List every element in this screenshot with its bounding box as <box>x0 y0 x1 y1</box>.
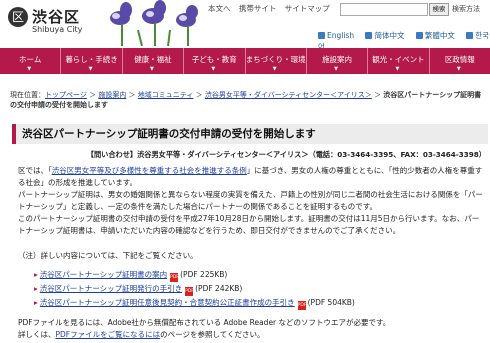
pdf-icon: PDF <box>297 301 307 310</box>
list-item: ▸ 渋谷区パートナーシップ証明書の案内 PDF(PDF 225KB) <box>34 270 228 282</box>
chevron-down-icon: ▼ <box>211 66 216 72</box>
breadcrumb-iris-center[interactable]: 渋谷男女平等・ダイバーシティセンター＜アイリス＞ <box>205 91 372 99</box>
pdf-icon: PDF <box>185 287 194 296</box>
details-note: （注）詳しい内容については、下記をご覧ください。 <box>18 251 198 260</box>
logo-title: 渋谷区 <box>32 8 81 26</box>
site-header: 区 渋谷区 Shibuya City 本文へ 携帯サイト サイトマップ 検索 検… <box>0 0 490 51</box>
list-item: ▸ 渋谷区パートナーシップ証明発行の手引き PDF(PDF 242KB) <box>34 284 243 296</box>
globe-icon <box>318 32 325 39</box>
search-help-link[interactable]: 検索方法 <box>452 4 480 14</box>
ordinance-link[interactable]: 渋谷区男女平等及び多様性を尊重する社会を推進する条例 <box>52 166 247 175</box>
nav-facilities[interactable]: 施設案内 ▼ <box>307 48 369 74</box>
shibuya-emblem-icon: 区 <box>8 7 28 27</box>
page-title-bar: 渋谷区パートナーシップ証明書の交付申請の受付を開始します <box>12 124 488 144</box>
nav-events[interactable]: 観光・イベント ▼ <box>368 48 430 74</box>
paragraph-schedule: このパートナーシップ証明書の交付申請の受付を平成27年10月28日から開始します… <box>18 214 480 235</box>
skip-to-content-link[interactable]: 本文へ <box>208 4 231 13</box>
sitemap-link[interactable]: サイトマップ <box>285 4 330 13</box>
chevron-down-icon: ▼ <box>395 66 400 72</box>
globe-icon <box>415 32 423 39</box>
arrow-right-icon: ▸ <box>34 284 38 293</box>
iris-flowers-banner <box>98 0 208 46</box>
arrow-right-icon: ▸ <box>34 298 38 307</box>
global-nav: ホーム ▼ 暮らし・手続き ▼ 健康・福祉 ▼ 子ども・教育 ▼ まちづくり・環境 ▼ 施… <box>0 48 490 74</box>
pdf-icon: PDF <box>170 273 179 282</box>
breadcrumb-label: 現在位置： <box>10 91 45 99</box>
arrow-right-icon: ▸ <box>34 270 38 279</box>
nav-children[interactable]: 子ども・教育 ▼ <box>184 48 246 74</box>
nav-environment[interactable]: まちづくり・環境 ▼ <box>246 48 307 74</box>
chevron-down-icon: ▼ <box>149 66 154 72</box>
pdf-link-list: ▸ 渋谷区パートナーシップ証明書の案内 PDF(PDF 225KB) ▸ 渋谷区パート… <box>34 268 484 310</box>
breadcrumb: 現在位置：トップページ ＞ 施設案内 ＞ 地域コミュニティ ＞ 渋谷男女平等・ダ… <box>10 91 482 109</box>
paragraph-definition: パートナーシップ証明は、男女の婚姻関係と異ならない程度の実質を備えた、戸籍上の性… <box>18 190 483 211</box>
notary-guide-pdf-link[interactable]: 渋谷区パートナーシップ証明任意後見契約・合意契約公正証書作成の手引き <box>40 298 295 307</box>
breadcrumb-facilities[interactable]: 施設案内 <box>98 91 126 99</box>
pdf-help-link[interactable]: PDFファイルをご覧になるには <box>56 330 161 339</box>
chevron-down-icon: ▼ <box>88 66 93 72</box>
nav-government[interactable]: 区政情報 ▼ <box>430 48 490 74</box>
pdf-help-line: 詳しくは、PDFファイルをご覧になるにはのページを参照してください。 <box>18 330 265 339</box>
chevron-down-icon: ▼ <box>27 66 32 72</box>
nav-home[interactable]: ホーム ▼ <box>0 48 62 74</box>
breadcrumb-community[interactable]: 地域コミュニティ <box>138 91 194 99</box>
chevron-down-icon: ▼ <box>334 66 338 72</box>
nav-living[interactable]: 暮らし・手続き ▼ <box>61 48 123 74</box>
globe-icon <box>365 32 373 39</box>
guide-pdf-link[interactable]: 渋谷区パートナーシップ証明書の案内 <box>40 270 167 279</box>
lang-english[interactable]: English <box>318 31 354 40</box>
mobile-site-link[interactable]: 携帯サイト <box>239 4 277 13</box>
article-body: 区では、「渋谷区男女平等及び多様性を尊重する社会を推進する条例」に基づき、男女の… <box>18 165 484 237</box>
contact-info: 【問い合わせ】渋谷男女平等・ダイバーシティセンター＜アイリス＞（電話：03-34… <box>86 150 486 159</box>
chevron-down-icon: ▼ <box>272 66 277 72</box>
search-input[interactable] <box>340 3 428 16</box>
issuance-guide-pdf-link[interactable]: 渋谷区パートナーシップ証明発行の手引き <box>40 284 182 293</box>
breadcrumb-top[interactable]: トップページ <box>45 91 87 99</box>
pdf-reader-info: PDFファイルを見るには、Adobe社から無償配布されている Adobe Rea… <box>18 318 391 327</box>
utility-links: 本文へ 携帯サイト サイトマップ <box>208 3 336 15</box>
site-logo[interactable]: 区 渋谷区 Shibuya City <box>8 6 92 36</box>
chevron-down-icon: ▼ <box>456 66 461 72</box>
search-button[interactable]: 検索 <box>429 3 449 16</box>
logo-subtitle: Shibuya City <box>32 25 83 34</box>
list-item: ▸ 渋谷区パートナーシップ証明任意後見契約・合意契約公正証書作成の手引き PDF(P… <box>34 298 355 310</box>
nav-health[interactable]: 健康・福祉 ▼ <box>123 48 185 74</box>
pdf-reader-note: PDFファイルを見るには、Adobe社から無償配布されている Adobe Rea… <box>18 317 484 341</box>
lang-traditional-chinese[interactable]: 繁體中文 <box>415 31 455 40</box>
page-title: 渋谷区パートナーシップ証明書の交付申請の受付を開始します <box>22 128 316 140</box>
globe-icon <box>466 32 474 39</box>
lang-simplified-chinese[interactable]: 简体中文 <box>365 31 404 40</box>
paragraph-intro: 区では、「渋谷区男女平等及び多様性を尊重する社会を推進する条例」に基づき、男女の… <box>18 166 483 187</box>
